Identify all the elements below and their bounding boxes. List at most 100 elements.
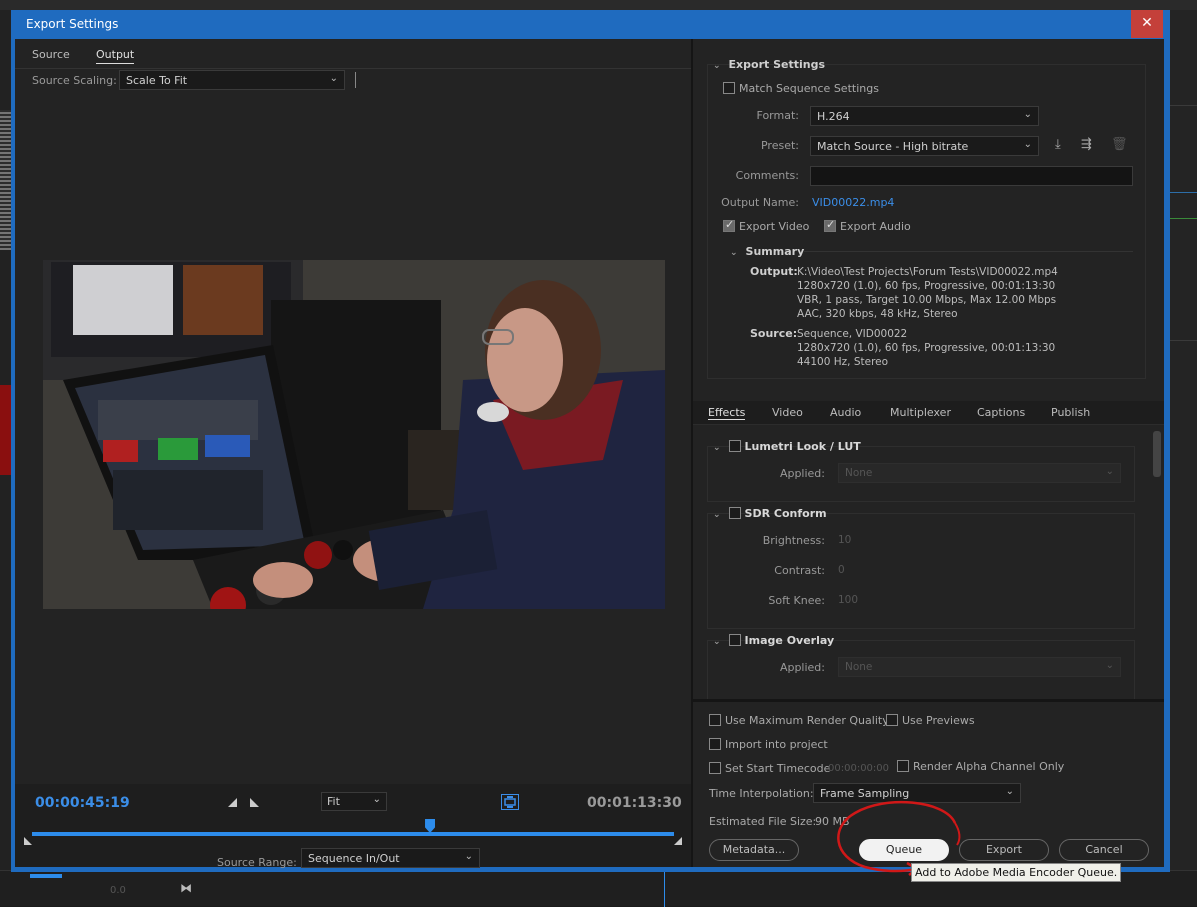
summary-line: 44100 Hz, Stereo [797,355,1055,369]
background-topbar [0,0,1197,10]
tab-captions[interactable]: Captions [977,406,1025,419]
summary-line: 1280x720 (1.0), 60 fps, Progressive, 00:… [797,279,1058,293]
overlay-applied-label: Applied: [733,661,825,674]
match-sequence-checkbox[interactable]: Match Sequence Settings [723,82,879,95]
source-range-dropdown[interactable]: Sequence In/Out ⌄ [301,848,480,868]
save-preset-icon[interactable]: ⤓ [1055,137,1061,152]
bowtie-icon: ⧓ [180,881,192,895]
tab-audio[interactable]: Audio [830,406,861,419]
dialog-titlebar[interactable]: Export Settings ✕ [11,10,1170,39]
checkbox-icon[interactable] [729,634,741,646]
render-alpha-checkbox[interactable]: Render Alpha Channel Only [897,760,1064,773]
checkbox-icon[interactable] [709,714,721,726]
chevron-down-icon: ⌄ [1006,786,1014,797]
timeline-controls: 00:00:45:19 Fit ⌄ 00:01:13:30 Source Ran… [15,784,691,867]
preset-label: Preset: [723,139,799,152]
use-previews-checkbox[interactable]: Use Previews [886,714,975,727]
lumetri-heading[interactable]: ⌄Lumetri Look / LUT [713,440,861,453]
tab-effects[interactable]: Effects [708,406,745,420]
summary-line: VBR, 1 pass, Target 10.00 Mbps, Max 12.0… [797,293,1058,307]
chevron-down-icon: ⌄ [1106,466,1114,477]
comments-label: Comments: [723,169,799,182]
time-interpolation-label: Time Interpolation: [709,787,814,800]
background-divider [1170,192,1197,193]
summary-source-label: Source: [750,327,797,340]
comments-field[interactable] [810,166,1133,186]
import-preset-icon[interactable]: ⇶ [1081,137,1092,152]
soft-knee-label: Soft Knee: [733,594,825,607]
tab-output[interactable]: Output [96,48,134,64]
effects-scrollbar[interactable] [1153,431,1161,477]
max-render-quality-checkbox[interactable]: Use Maximum Render Quality [709,714,889,727]
summary-line: Sequence, VID00022 [797,327,1055,341]
set-start-timecode-checkbox[interactable]: Set Start Timecode [709,762,830,775]
export-video-checkbox[interactable]: Export Video [723,220,809,233]
source-scaling-dropdown[interactable]: Scale To Fit ⌄ [119,70,345,90]
checkbox-icon[interactable] [723,82,735,94]
tab-publish[interactable]: Publish [1051,406,1090,419]
checkbox-icon[interactable] [897,760,909,772]
work-area-start-icon[interactable] [24,837,32,845]
effects-panel: ⌄Lumetri Look / LUT Applied: None ⌄ ⌄SDR… [693,426,1164,699]
playhead[interactable] [425,819,435,833]
current-timecode[interactable]: 00:00:45:19 [35,795,130,811]
checkbox-icon[interactable] [886,714,898,726]
checkbox-icon[interactable] [709,762,721,774]
export-settings-heading[interactable]: ⌄Export Settings [713,58,825,71]
summary-output-label: Output: [750,265,798,278]
zoom-value: Fit [327,795,340,808]
chevron-down-icon: ⌄ [373,794,381,805]
tab-divider [15,68,691,69]
timeline-track[interactable] [32,832,674,836]
sdr-heading[interactable]: ⌄SDR Conform [713,507,827,520]
source-range-value: Sequence In/Out [308,852,400,865]
source-scaling-value: Scale To Fit [126,74,187,87]
format-value: H.264 [817,110,850,123]
text-cursor [355,72,356,88]
aspect-ratio-icon[interactable] [501,794,519,810]
tab-video[interactable]: Video [772,406,803,419]
soft-knee-value: 100 [838,594,858,606]
import-into-project-checkbox[interactable]: Import into project [709,738,828,751]
video-frame-image [43,260,665,609]
summary-heading[interactable]: ⌄Summary [730,245,804,258]
contrast-label: Contrast: [733,564,825,577]
output-name-label: Output Name: [713,196,799,209]
overlay-applied-value: None [845,661,872,673]
work-area-end-icon[interactable] [674,837,682,845]
settings-tabs: Effects Video Audio Multiplexer Captions… [693,401,1164,425]
format-label: Format: [723,109,799,122]
checkbox-icon[interactable] [824,220,836,232]
checkbox-icon[interactable] [729,440,741,452]
dialog-title: Export Settings [26,17,118,31]
collapse-chevron-icon: ⌄ [713,637,721,647]
tab-source[interactable]: Source [32,48,70,61]
checkbox-icon[interactable] [723,220,735,232]
checkbox-icon[interactable] [709,738,721,750]
checkbox-icon[interactable] [729,507,741,519]
preview-pane: Source Output Source Scaling: Scale To F… [15,39,691,867]
collapse-chevron-icon: ⌄ [713,443,721,453]
background-playhead-line [664,871,665,907]
preset-dropdown[interactable]: Match Source - High bitrate ⌄ [810,136,1039,156]
output-name-link[interactable]: VID00022.mp4 [812,196,894,209]
mark-out-icon[interactable] [250,798,259,807]
format-dropdown[interactable]: H.264 ⌄ [810,106,1039,126]
delete-preset-icon[interactable]: 🗑 [1111,137,1128,152]
cancel-button[interactable]: Cancel [1059,839,1149,861]
queue-tooltip: Add to Adobe Media Encoder Queue. [911,863,1121,882]
zoom-dropdown[interactable]: Fit ⌄ [321,792,387,811]
close-button[interactable]: ✕ [1131,10,1163,38]
mark-in-icon[interactable] [228,798,237,807]
chevron-down-icon: ⌄ [465,851,473,862]
background-divider [1170,340,1197,341]
overlay-applied-dropdown: None ⌄ [838,657,1121,677]
background-timeline-value: 0.0 [110,885,126,896]
tab-multiplexer[interactable]: Multiplexer [890,406,951,419]
lumetri-applied-value: None [845,467,872,479]
summary-line: AAC, 320 kbps, 48 kHz, Stereo [797,307,1058,321]
overlay-heading[interactable]: ⌄Image Overlay [713,634,834,647]
export-audio-checkbox[interactable]: Export Audio [824,220,911,233]
metadata-button[interactable]: Metadata... [709,839,799,861]
summary-source-details: Sequence, VID00022 1280x720 (1.0), 60 fp… [797,327,1055,369]
